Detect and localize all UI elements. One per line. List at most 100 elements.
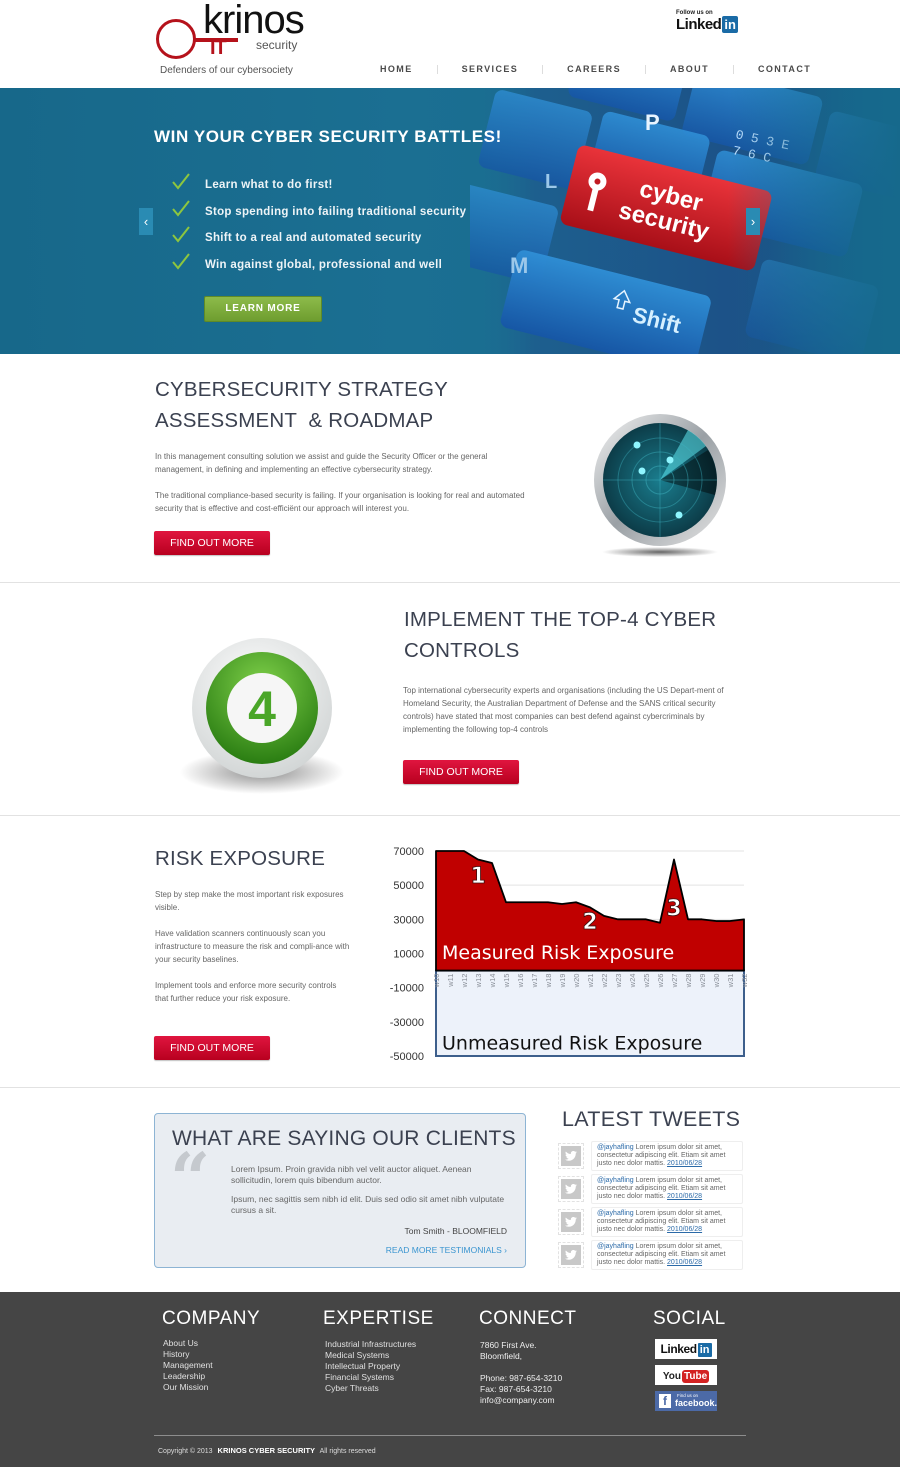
tweet-item: @jayhafling Lorem ipsum dolor sit amet, … bbox=[558, 1141, 744, 1171]
footer-link-cyber-threats[interactable]: Cyber Threats bbox=[325, 1383, 416, 1394]
footer-link-leadership[interactable]: Leadership bbox=[163, 1371, 213, 1382]
tweet-avatar bbox=[558, 1242, 584, 1268]
footer-link-medical[interactable]: Medical Systems bbox=[325, 1350, 416, 1361]
x-tick-label: w25 bbox=[642, 974, 651, 989]
hero-list-item: Learn what to do first! bbox=[172, 172, 466, 199]
strategy-body: In this management consulting solution w… bbox=[155, 450, 525, 528]
checkmark-icon bbox=[172, 253, 190, 270]
learn-more-button[interactable]: LEARN MORE bbox=[204, 296, 322, 322]
facebook-word: facebook. bbox=[675, 1398, 718, 1408]
radar-icon bbox=[594, 414, 726, 557]
logo[interactable]: IT krinos security Defenders of our cybe… bbox=[0, 0, 310, 88]
x-tick-label: w13 bbox=[474, 974, 483, 989]
x-tick-label: w19 bbox=[558, 974, 567, 989]
tweet-user-link[interactable]: @jayhafling bbox=[597, 1177, 634, 1184]
tweet-date-link[interactable]: 2010/06/28 bbox=[667, 1226, 702, 1233]
tweet-avatar bbox=[558, 1143, 584, 1169]
follow-linkedin-link[interactable]: Follow us on Linked in bbox=[676, 10, 748, 34]
x-tick-label: w10 bbox=[432, 974, 441, 989]
strategy-title-line2: ASSESSMENT & ROADMAP bbox=[155, 409, 434, 432]
footer-link-history[interactable]: History bbox=[163, 1349, 213, 1360]
hero-list-item: Stop spending into failing traditional s… bbox=[172, 199, 466, 226]
footer-link-financial[interactable]: Financial Systems bbox=[325, 1372, 416, 1383]
tweet-text: @jayhafling Lorem ipsum dolor sit amet, … bbox=[591, 1240, 743, 1270]
x-tick-label: w28 bbox=[684, 974, 693, 989]
chevron-right-icon: › bbox=[750, 214, 756, 229]
nav-careers[interactable]: CAREERS bbox=[567, 64, 621, 74]
email-link[interactable]: info@company.com bbox=[480, 1395, 562, 1406]
testimonial-body: Lorem Ipsum. Proin gravida nibh vel veli… bbox=[231, 1164, 511, 1224]
footer-link-management[interactable]: Management bbox=[163, 1360, 213, 1371]
footer-link-our-mission[interactable]: Our Mission bbox=[163, 1382, 213, 1393]
hero-checklist: Learn what to do first! Stop spending in… bbox=[172, 172, 466, 278]
controls-find-out-more-button[interactable]: FIND OUT MORE bbox=[403, 760, 519, 784]
slider-next-button[interactable]: › bbox=[746, 208, 760, 235]
hero-keyboard-image: P L M 0 5 3 E 7 6 C cyber security Shift bbox=[470, 88, 900, 354]
tweet-date-link[interactable]: 2010/06/28 bbox=[667, 1193, 702, 1200]
read-more-testimonials-link[interactable]: READ MORE TESTIMONIALS › bbox=[386, 1245, 507, 1255]
y-tick-label: 10000 bbox=[393, 949, 424, 961]
footer-company-links: About Us History Management Leadership O… bbox=[163, 1338, 213, 1393]
footer-link-intellectual[interactable]: Intellectual Property bbox=[325, 1361, 416, 1372]
strategy-find-out-more-button[interactable]: FIND OUT MORE bbox=[154, 531, 270, 555]
copyright: Copyright © 2013 KRINOS CYBER SECURITY A… bbox=[158, 1446, 376, 1455]
risk-body: Step by step make the most important ris… bbox=[155, 888, 350, 1018]
x-tick-label: w31 bbox=[726, 974, 735, 989]
hero-list-text: Stop spending into failing traditional s… bbox=[205, 205, 467, 218]
risk-title: RISK EXPOSURE bbox=[155, 847, 326, 870]
youtube-social-button[interactable]: You Tube bbox=[655, 1365, 717, 1385]
controls-title: IMPLEMENT THE TOP-4 CYBER CONTROLS bbox=[404, 604, 716, 666]
y-tick-label: 30000 bbox=[393, 914, 424, 926]
chart-annotation-label: Unmeasured Risk Exposure bbox=[442, 1032, 702, 1054]
nav-contact[interactable]: CONTACT bbox=[758, 64, 811, 74]
nav-separator bbox=[732, 64, 734, 74]
linkedin-word: Linked bbox=[676, 16, 722, 33]
nav-home[interactable]: HOME bbox=[380, 64, 413, 74]
x-tick-label: w12 bbox=[460, 974, 469, 989]
tweet-avatar bbox=[558, 1209, 584, 1235]
logo-name: krinos bbox=[203, 0, 305, 42]
twitter-bird-icon bbox=[565, 1151, 577, 1161]
linkedin-icon: in bbox=[722, 16, 738, 33]
footer-link-about-us[interactable]: About Us bbox=[163, 1338, 213, 1349]
copyright-brand: KRINOS CYBER SECURITY bbox=[217, 1446, 316, 1455]
tweet-user-link[interactable]: @jayhafling bbox=[597, 1144, 634, 1151]
facebook-social-button[interactable]: f Find us on facebook. bbox=[655, 1391, 717, 1411]
nav-about[interactable]: ABOUT bbox=[670, 64, 709, 74]
x-tick-label: w32 bbox=[740, 974, 749, 989]
nav-separator bbox=[542, 64, 544, 74]
tweet-date-link[interactable]: 2010/06/28 bbox=[667, 1259, 702, 1266]
testimonial-title: WHAT ARE SAYING OUR CLIENTS bbox=[172, 1127, 516, 1150]
section-divider bbox=[0, 1087, 900, 1088]
x-tick-label: w30 bbox=[712, 974, 721, 989]
tweet-user-link[interactable]: @jayhafling bbox=[597, 1243, 634, 1250]
x-tick-label: w15 bbox=[502, 974, 511, 989]
copyright-prefix: Copyright © 2013 bbox=[158, 1448, 213, 1455]
y-tick-label: -30000 bbox=[390, 1017, 424, 1029]
x-tick-label: w18 bbox=[544, 974, 553, 989]
linkedin-social-button[interactable]: Linked in bbox=[655, 1339, 717, 1359]
y-tick-label: 50000 bbox=[393, 880, 424, 892]
tweet-user-link[interactable]: @jayhafling bbox=[597, 1210, 634, 1217]
nav-services[interactable]: SERVICES bbox=[462, 64, 519, 74]
top4-badge-icon: 4 bbox=[180, 638, 344, 794]
hero-list-text: Win against global, professional and wel… bbox=[205, 258, 443, 271]
x-tick-label: w22 bbox=[600, 974, 609, 989]
logo-ring-icon bbox=[156, 19, 196, 59]
tweet-date-link[interactable]: 2010/06/28 bbox=[667, 1160, 702, 1167]
address-line: Bloomfield, bbox=[480, 1351, 523, 1361]
risk-find-out-more-button[interactable]: FIND OUT MORE bbox=[154, 1036, 270, 1060]
y-tick-label: -50000 bbox=[390, 1051, 424, 1063]
section-divider bbox=[0, 582, 900, 583]
hero-title: WIN YOUR CYBER SECURITY BATTLES! bbox=[154, 127, 502, 146]
checkmark-icon bbox=[172, 226, 190, 243]
footer-link-industrial[interactable]: Industrial Infrastructures bbox=[325, 1339, 416, 1350]
controls-title-line1: IMPLEMENT THE TOP-4 CYBER bbox=[404, 608, 717, 631]
youtube-icon: Tube bbox=[682, 1370, 710, 1383]
hero-list-item: Win against global, professional and wel… bbox=[172, 252, 466, 279]
chart-annotation-label: Measured Risk Exposure bbox=[442, 942, 674, 964]
x-tick-label: w26 bbox=[656, 974, 665, 989]
phone: Phone: 987-654-3210 bbox=[480, 1373, 563, 1383]
slider-prev-button[interactable]: ‹ bbox=[139, 208, 153, 235]
testimonial-box: WHAT ARE SAYING OUR CLIENTS “ Lorem Ipsu… bbox=[154, 1113, 526, 1268]
